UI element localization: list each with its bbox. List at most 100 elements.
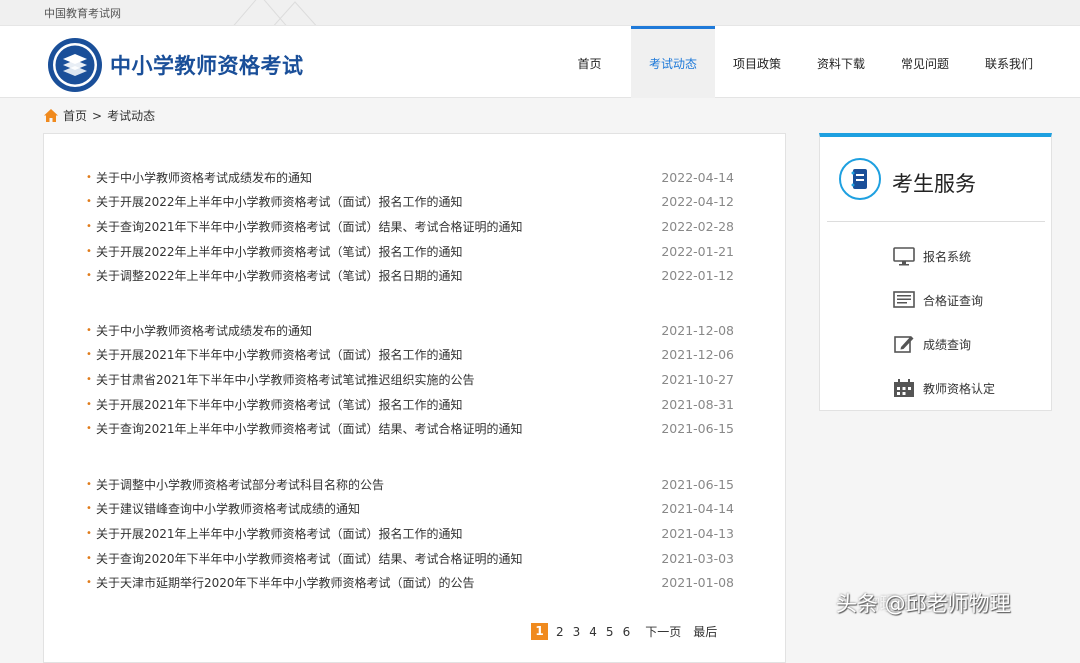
- news-item[interactable]: • 关于天津市延期举行2020年下半年中小学教师资格考试（面试）的公告 2021-0…: [86, 570, 734, 595]
- news-item[interactable]: • 关于调整中小学教师资格考试部分考试科目名称的公告 2021-06-15: [86, 472, 734, 497]
- news-item[interactable]: • 关于开展2022年上半年中小学教师资格考试（面试）报名工作的通知 2022-04…: [86, 190, 734, 215]
- news-date: 2022-04-12: [661, 194, 734, 210]
- news-title[interactable]: 关于开展2021年下半年中小学教师资格考试（笔试）报名工作的通知: [96, 396, 463, 413]
- page-2[interactable]: 2: [556, 625, 564, 639]
- news-item[interactable]: • 关于查询2020年下半年中小学教师资格考试（面试）结果、考试合格证明的通知 20…: [86, 546, 734, 571]
- news-item[interactable]: • 关于开展2021年下半年中小学教师资格考试（笔试）报名工作的通知 2021-08…: [86, 392, 734, 417]
- news-date: 2022-02-28: [661, 218, 734, 234]
- bullet: •: [86, 423, 92, 435]
- bullet: •: [86, 398, 92, 410]
- calendar-icon: [894, 379, 914, 397]
- news-title[interactable]: 关于建议错峰查询中小学教师资格考试成绩的通知: [96, 500, 360, 517]
- bullet: •: [86, 503, 92, 515]
- service-label: 报名系统: [923, 249, 972, 264]
- news-title[interactable]: 关于调整中小学教师资格考试部分考试科目名称的公告: [96, 476, 384, 493]
- news-item[interactable]: • 关于开展2022年上半年中小学教师资格考试（笔试）报名工作的通知 2022-01…: [86, 239, 734, 264]
- page-5[interactable]: 5: [606, 625, 614, 639]
- edit-icon: [894, 336, 914, 353]
- services-header: 考生服务: [827, 137, 1045, 222]
- page-6[interactable]: 6: [623, 625, 631, 639]
- service-certificate-query[interactable]: 合格证查询: [893, 289, 983, 311]
- news-date: 2021-03-03: [661, 550, 734, 566]
- next-page-link[interactable]: 下一页: [645, 623, 681, 640]
- bullet: •: [86, 577, 92, 589]
- service-teacher-qualification[interactable]: 教师资格认定: [893, 377, 995, 399]
- nav-policy[interactable]: 项目政策: [715, 26, 799, 98]
- services-title: 考生服务: [892, 172, 976, 196]
- page-4[interactable]: 4: [589, 625, 597, 639]
- news-title[interactable]: 关于开展2022年上半年中小学教师资格考试（面试）报名工作的通知: [96, 193, 463, 210]
- news-date: 2022-04-14: [661, 169, 734, 185]
- news-date: 2021-04-14: [661, 501, 734, 517]
- service-label: 成绩查询: [923, 337, 972, 352]
- news-title[interactable]: 关于中小学教师资格考试成绩发布的通知: [96, 322, 312, 339]
- site-title[interactable]: 中小学教师资格考试: [110, 50, 304, 80]
- services-panel: 考生服务 报名系统 合格证查询 成绩查询 教师资格认定: [819, 133, 1052, 411]
- logo-emblem-icon[interactable]: [47, 37, 103, 93]
- certificate-icon: [893, 291, 915, 308]
- news-title[interactable]: 关于中小学教师资格考试成绩发布的通知: [96, 169, 312, 186]
- header: 中小学教师资格考试 首页 考试动态 项目政策 资料下载 常见问题 联系我们: [0, 26, 1080, 98]
- news-item[interactable]: • 关于开展2021年下半年中小学教师资格考试（面试）报名工作的通知 2021-12…: [86, 343, 734, 368]
- news-group-1: • 关于中小学教师资格考试成绩发布的通知 2022-04-14 • 关于开展2022年…: [86, 165, 734, 288]
- news-title[interactable]: 关于开展2022年上半年中小学教师资格考试（笔试）报名工作的通知: [96, 243, 463, 260]
- page-1-current[interactable]: 1: [531, 623, 548, 640]
- news-panel: • 关于中小学教师资格考试成绩发布的通知 2022-04-14 • 关于开展2022年…: [43, 133, 786, 663]
- breadcrumb-separator: >: [92, 108, 103, 123]
- news-date: 2021-06-15: [661, 476, 734, 492]
- news-date: 2022-01-12: [661, 268, 734, 284]
- news-title[interactable]: 关于开展2021年上半年中小学教师资格考试（面试）报名工作的通知: [96, 525, 463, 542]
- page-3[interactable]: 3: [573, 625, 581, 639]
- news-item[interactable]: • 关于调整2022年上半年中小学教师资格考试（笔试）报名日期的通知 2022-01…: [86, 263, 734, 288]
- news-item[interactable]: • 关于查询2021年下半年中小学教师资格考试（面试）结果、考试合格证明的通知 20…: [86, 214, 734, 239]
- site-name[interactable]: 中国教育考试网: [44, 5, 121, 21]
- service-registration[interactable]: 报名系统: [893, 245, 971, 267]
- news-date: 2021-01-08: [661, 575, 734, 591]
- news-title[interactable]: 关于开展2021年下半年中小学教师资格考试（面试）报名工作的通知: [96, 346, 463, 363]
- nav-home[interactable]: 首页: [548, 26, 631, 98]
- breadcrumb-home[interactable]: 首页: [63, 107, 87, 124]
- home-icon[interactable]: [44, 109, 58, 122]
- news-date: 2021-10-27: [661, 371, 734, 387]
- news-item[interactable]: • 关于开展2021年上半年中小学教师资格考试（面试）报名工作的通知 2021-04…: [86, 521, 734, 546]
- service-score-query[interactable]: 成绩查询: [893, 333, 971, 355]
- main-nav: 首页 考试动态 项目政策 资料下载 常见问题 联系我们: [548, 26, 1051, 98]
- bullet: •: [86, 349, 92, 361]
- news-title[interactable]: 关于查询2021年下半年中小学教师资格考试（面试）结果、考试合格证明的通知: [96, 218, 523, 235]
- news-title[interactable]: 关于天津市延期举行2020年下半年中小学教师资格考试（面试）的公告: [96, 574, 475, 591]
- news-title[interactable]: 关于查询2020年下半年中小学教师资格考试（面试）结果、考试合格证明的通知: [96, 550, 523, 567]
- news-date: 2021-12-08: [661, 322, 734, 338]
- news-item[interactable]: • 关于查询2021年上半年中小学教师资格考试（面试）结果、考试合格证明的通知 20…: [86, 416, 734, 441]
- monitor-icon: [893, 247, 915, 266]
- breadcrumb-current: 考试动态: [107, 109, 156, 123]
- news-title[interactable]: 关于调整2022年上半年中小学教师资格考试（笔试）报名日期的通知: [96, 267, 463, 284]
- news-date: 2021-12-06: [661, 347, 734, 363]
- news-date: 2021-08-31: [661, 396, 734, 412]
- news-group-3: • 关于调整中小学教师资格考试部分考试科目名称的公告 2021-06-15 • 关于建…: [86, 472, 734, 595]
- news-date: 2021-06-15: [661, 421, 734, 437]
- news-title[interactable]: 关于查询2021年上半年中小学教师资格考试（面试）结果、考试合格证明的通知: [96, 420, 523, 437]
- bullet: •: [86, 171, 92, 183]
- bullet: •: [86, 478, 92, 490]
- bullet: •: [86, 270, 92, 282]
- service-label: 合格证查询: [923, 293, 984, 308]
- service-label: 教师资格认定: [923, 381, 996, 396]
- bullet: •: [86, 373, 92, 385]
- nav-faq[interactable]: 常见问题: [883, 26, 967, 98]
- news-group-2: • 关于中小学教师资格考试成绩发布的通知 2021-12-08 • 关于开展2021年…: [86, 318, 734, 441]
- pagination: 1 2 3 4 5 6 下一页 最后: [531, 623, 717, 640]
- nav-contact[interactable]: 联系我们: [967, 26, 1051, 98]
- news-item[interactable]: • 关于中小学教师资格考试成绩发布的通知 2022-04-14: [86, 165, 734, 190]
- news-title[interactable]: 关于甘肃省2021年下半年中小学教师资格考试笔试推迟组织实施的公告: [96, 371, 475, 388]
- bullet: •: [86, 324, 92, 336]
- last-page-link[interactable]: 最后: [693, 623, 717, 640]
- news-item[interactable]: • 关于建议错峰查询中小学教师资格考试成绩的通知 2021-04-14: [86, 497, 734, 522]
- bullet: •: [86, 245, 92, 257]
- nav-downloads[interactable]: 资料下载: [799, 26, 883, 98]
- breadcrumb: 首页 > 考试动态: [44, 107, 155, 124]
- news-item[interactable]: • 关于中小学教师资格考试成绩发布的通知 2021-12-08: [86, 318, 734, 343]
- bullet: •: [86, 220, 92, 232]
- decorative-lines: [233, 0, 317, 25]
- news-item[interactable]: • 关于甘肃省2021年下半年中小学教师资格考试笔试推迟组织实施的公告 2021-1…: [86, 367, 734, 392]
- nav-exam-news[interactable]: 考试动态: [631, 26, 715, 98]
